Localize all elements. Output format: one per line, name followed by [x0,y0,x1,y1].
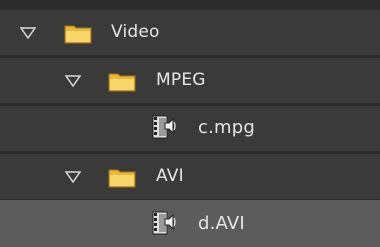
tree-item-video[interactable]: Video [0,10,380,55]
chevron-down-icon[interactable] [65,75,81,87]
folder-icon [108,169,136,188]
tree-item-label: c.mpg [198,117,256,138]
tree-item-label: MPEG [156,70,206,90]
chevron-down-icon[interactable] [65,171,81,183]
video-audio-clip-icon [152,211,176,235]
tree-item-label: Video [111,22,160,42]
video-audio-clip-icon [152,115,176,139]
folder-icon [108,73,136,92]
tree-top-padding [0,0,380,10]
tree-item-mpeg[interactable]: MPEG [0,58,380,103]
tree-item-avi[interactable]: AVI [0,154,380,199]
tree-item-c-mpg[interactable]: c.mpg [0,106,380,151]
tree-item-label: d.AVI [198,213,245,234]
project-tree: Video MPEG c.mpg AVI d.AVI [0,0,380,247]
chevron-down-icon[interactable] [20,27,36,39]
tree-item-d-avi[interactable]: d.AVI [0,200,380,247]
tree-item-label: AVI [156,166,184,186]
folder-icon [64,25,92,44]
